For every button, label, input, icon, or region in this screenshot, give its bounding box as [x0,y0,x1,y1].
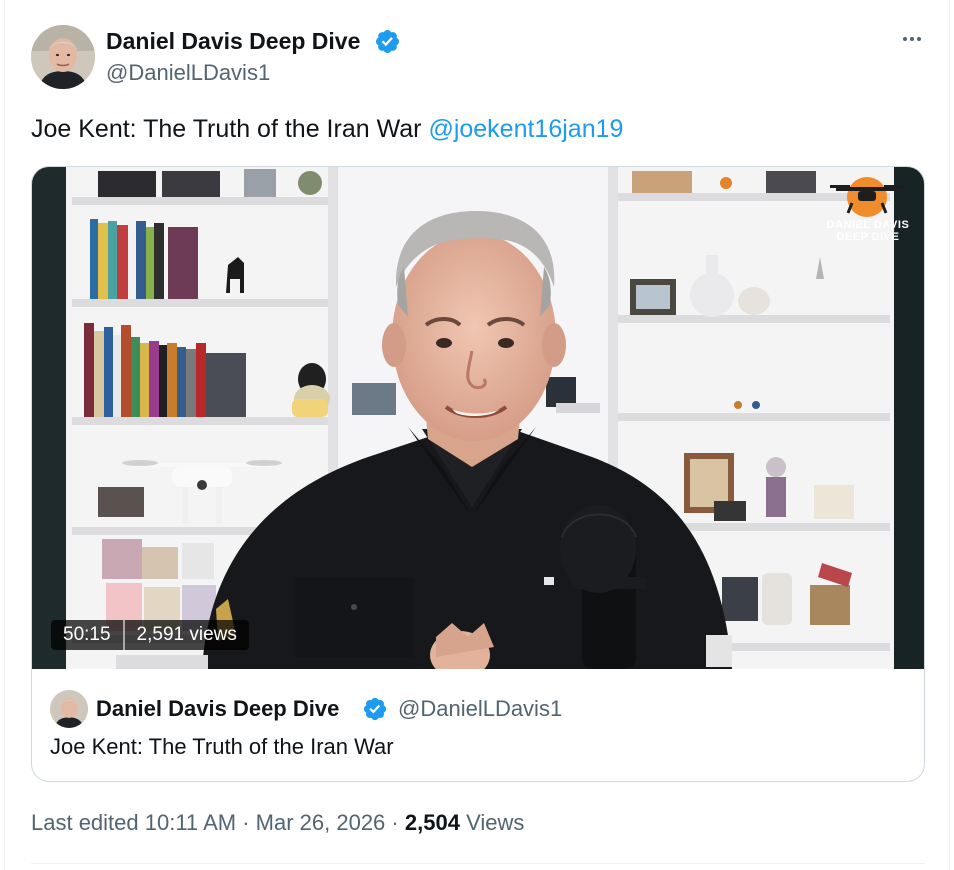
card-author-handle[interactable]: @DanielLDavis1 [398,695,562,723]
card-title[interactable]: Joe Kent: The Truth of the Iran War [50,733,394,761]
video-card[interactable]: DANIEL DAVIS DEEP DIVE 50:15 2,591 views… [31,166,925,782]
post-date[interactable]: Mar 26, 2026 [256,810,386,835]
video-views: 2,591 views [136,624,237,645]
frame-border-left [4,0,5,870]
meta-separator: · [242,810,250,835]
views-count: 2,504 [404,810,460,835]
card-author-name[interactable]: Daniel Davis Deep Dive [96,695,339,723]
video-stats-badge: 50:15 2,591 views [51,620,249,650]
tweet-metadata: Last edited 10:11 AM · Mar 26, 2026 · 2,… [31,808,524,838]
video-player[interactable]: DANIEL DAVIS DEEP DIVE 50:15 2,591 views [32,167,924,669]
mention-link[interactable]: @joekent16jan19 [428,115,623,143]
author-handle[interactable]: @DanielLDavis1 [106,59,270,87]
brand-line-1: DANIEL DAVIS [826,219,910,231]
views-label: Views [466,810,525,835]
author-avatar[interactable] [31,25,95,89]
card-details[interactable]: Daniel Davis Deep Dive @DanielLDavis1 Jo… [32,670,924,781]
verified-badge-icon [363,697,387,721]
meta-separator: · [391,810,399,835]
tweet-body: Joe Kent: The Truth of the Iran War [31,115,422,143]
more-dot [903,37,907,41]
more-dot [917,37,921,41]
video-thumbnail [32,167,924,669]
divider [31,863,925,864]
brand-line-2: DEEP DIVE [836,231,900,243]
author-name[interactable]: Daniel Davis Deep Dive [106,27,360,55]
edited-timestamp[interactable]: Last edited 10:11 AM [31,810,236,835]
brand-wordmark: DANIEL DAVIS DEEP DIVE [814,219,922,243]
card-author-avatar[interactable] [50,690,88,728]
video-duration: 50:15 [63,624,111,645]
verified-badge-icon [375,29,400,54]
tweet-text: Joe Kent: The Truth of the Iran War @joe… [31,113,623,145]
frame-border-right [949,0,950,870]
more-dot [910,37,914,41]
more-horizontal-icon[interactable] [897,28,927,50]
